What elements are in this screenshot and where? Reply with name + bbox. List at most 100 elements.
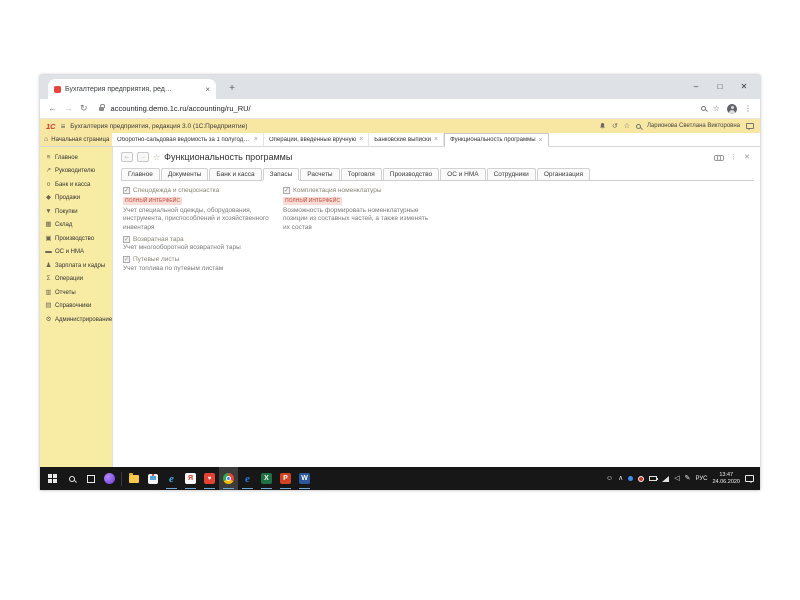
profile-avatar[interactable] [727,104,737,114]
window-tab-functionality[interactable]: Функциональность программы × [444,133,549,147]
tray-app-icon[interactable] [638,476,644,482]
sidebar-item-reports[interactable]: ▥ Отчеты [40,286,112,300]
browser-menu-icon[interactable]: ⋮ [744,104,752,113]
returnable-packaging-checkbox[interactable]: ✓ [123,236,130,243]
tab-close-icon[interactable]: × [539,137,543,144]
powerpoint-button[interactable]: P [276,467,295,490]
option-label[interactable]: Возвратная тара [133,236,184,243]
current-user[interactable]: Ларионова Светлана Викторовна [647,123,740,129]
option-label[interactable]: Путевые листы [133,256,179,263]
start-button[interactable] [43,467,62,490]
sidebar-item-fixed-assets[interactable]: ▬ ОС и НМА [40,246,112,260]
chrome-button[interactable] [219,467,238,490]
sidebar-item-manager[interactable]: ↗ Руководителю [40,165,112,179]
inventory-options: ✓ Спецодежда и спецоснастка ПОЛНЫЙ ИНТЕР… [113,181,760,276]
people-icon[interactable]: ☺ [606,475,613,482]
item-assembly-checkbox[interactable]: ✓ [283,187,290,194]
red-app-button[interactable]: ♥ [200,467,219,490]
get-link-icon[interactable] [714,155,723,160]
browser-back-button[interactable]: ← [48,104,57,113]
taskbar-search-button[interactable] [62,467,81,490]
bookmark-star-icon[interactable]: ☆ [713,104,720,113]
close-button[interactable]: ✕ [732,82,756,91]
edge-button[interactable]: e [238,467,257,490]
nav-forward-button[interactable]: → [137,152,149,162]
sidebar-item-production[interactable]: ▣ Производство [40,232,112,246]
excel-button[interactable]: X [257,467,276,490]
sidebar-item-directories[interactable]: ▤ Справочники [40,300,112,314]
tab-main[interactable]: Главное [121,168,160,180]
volume-icon[interactable]: ◁ [674,475,679,482]
word-button[interactable]: W [295,467,314,490]
bluetooth-icon[interactable] [628,476,633,481]
internet-explorer-button[interactable]: e [162,467,181,490]
yandex-app-button[interactable]: Я [181,467,200,490]
search-icon[interactable] [701,106,706,111]
sidebar-item-warehouse[interactable]: ▦ Склад [40,219,112,233]
sidebar-item-operations[interactable]: Σ Операции [40,273,112,287]
sidebar-item-bank-cash[interactable]: ¤ Банк и касса [40,178,112,192]
show-hidden-icons-button[interactable]: ∧ [618,475,623,482]
option-label[interactable]: Комплектация номенклатуры [293,187,382,194]
chrome-icon [223,473,234,484]
sidebar-item-purchases[interactable]: ▼ Покупки [40,205,112,219]
tab-inventory[interactable]: Запасы [263,168,300,180]
main-menu-icon[interactable]: ≡ [61,122,66,131]
waybills-checkbox[interactable]: ✓ [123,256,130,263]
tab-bank-cash[interactable]: Банк и касса [209,168,261,180]
window-tab-turnover-sheet[interactable]: Оборотно-сальдовая ведомость за 1 полуго… [112,133,264,146]
tab-production[interactable]: Производство [383,168,439,180]
browser-reload-button[interactable]: ↻ [80,104,88,113]
tab-fixed-assets[interactable]: ОС и НМА [440,168,485,180]
maximize-button[interactable]: □ [708,82,732,91]
notifications-bell-icon[interactable] [599,122,606,130]
microsoft-store-button[interactable] [143,467,162,490]
favorites-star-icon[interactable]: ☆ [624,122,630,130]
sidebar-item-salary-hr[interactable]: ♟ Зарплата и кадры [40,259,112,273]
language-indicator[interactable]: РУС [695,476,707,482]
network-icon[interactable] [662,476,669,482]
workwear-checkbox[interactable]: ✓ [123,187,130,194]
global-search-icon[interactable] [636,124,641,129]
option-description: Возможность формировать номенклатурные п… [283,207,433,233]
file-explorer-button[interactable] [124,467,143,490]
browser-forward-button[interactable]: → [64,104,73,113]
tab-close-icon[interactable]: × [434,136,438,143]
sidebar-item-main[interactable]: ≡ Главное [40,151,112,165]
pen-icon[interactable]: ✎ [685,475,691,482]
tab-employees[interactable]: Сотрудники [487,168,536,180]
tab-close-icon[interactable]: × [254,136,258,143]
tab-organization[interactable]: Организация [537,168,590,180]
menu-icon: ≡ [45,155,52,162]
tab-documents[interactable]: Документы [161,168,209,180]
task-view-button[interactable] [81,467,100,490]
battery-icon[interactable] [649,476,657,481]
nav-back-button[interactable]: ← [121,152,133,162]
operations-icon: Σ [45,276,52,283]
discussions-icon[interactable] [746,123,754,129]
more-icon[interactable]: ⋮ [730,153,737,161]
browser-tab[interactable]: Бухгалтерия предприятия, ред… × [48,79,216,99]
minimize-button[interactable]: – [684,82,708,91]
window-tab-manual-operations[interactable]: Операции, введенные вручную × [264,133,369,146]
tab-settlements[interactable]: Расчеты [300,168,339,180]
url-input[interactable]: accounting.demo.1c.ru/accounting/ru_RU/ [111,104,694,113]
sidebar: ≡ Главное ↗ Руководителю ¤ Банк и касса … [40,147,112,467]
tab-close-icon[interactable]: × [359,136,363,143]
option-workwear: ✓ Спецодежда и спецоснастка ПОЛНЫЙ ИНТЕР… [123,187,273,233]
favorite-star-icon[interactable]: ☆ [153,153,160,162]
sidebar-item-label: Администрирование [55,317,112,323]
new-tab-button[interactable]: + [224,81,240,97]
action-center-icon[interactable] [745,475,754,482]
tab-trade[interactable]: Торговля [341,168,382,180]
window-tab-bank-statements[interactable]: Банковские выписки × [369,133,444,146]
clock[interactable]: 13:47 24.06.2020 [712,472,740,486]
sidebar-item-sales[interactable]: ◆ Продажи [40,192,112,206]
home-page-tab[interactable]: ⌂ Начальная страница [40,133,112,146]
sidebar-item-administration[interactable]: ⚙ Администрирование [40,313,112,327]
cortana-button[interactable] [100,467,119,490]
history-icon[interactable]: ↺ [612,122,618,130]
option-label[interactable]: Спецодежда и спецоснастка [133,187,219,194]
tab-close-icon[interactable]: × [205,85,210,94]
close-icon[interactable]: ✕ [744,153,750,161]
